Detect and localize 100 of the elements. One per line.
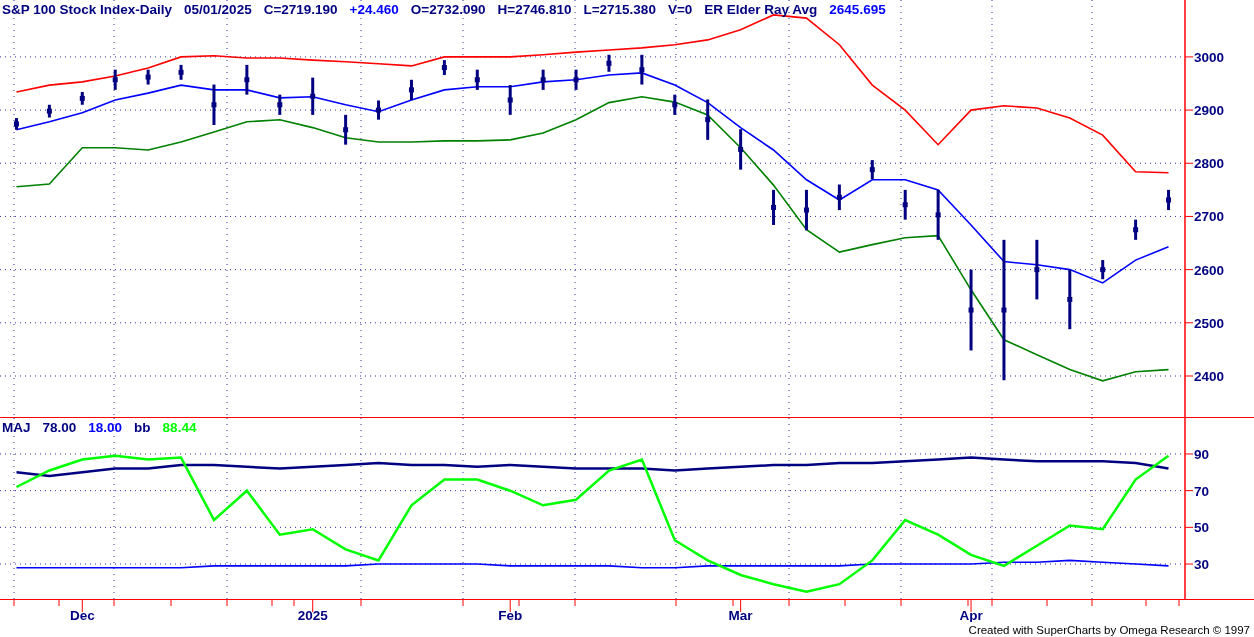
header-text: O=2732.090 bbox=[410, 2, 486, 17]
point bbox=[1001, 307, 1007, 313]
price-bar bbox=[540, 69, 546, 90]
tick-label: 3000 bbox=[1194, 49, 1225, 65]
point bbox=[408, 87, 414, 93]
price-bar bbox=[441, 60, 447, 75]
price-bar bbox=[705, 99, 711, 140]
price-bar bbox=[902, 189, 908, 220]
header-text: 05/01/2025 bbox=[184, 2, 252, 17]
tick-label: 2400 bbox=[1194, 369, 1225, 384]
tick-label: Feb bbox=[498, 608, 523, 622]
price-bar bbox=[244, 64, 250, 95]
credit-text: Created with SuperCharts by Omega Research © 1997 bbox=[968, 623, 1250, 636]
point bbox=[178, 69, 184, 75]
point bbox=[376, 107, 382, 113]
header-text: L=2715.380 bbox=[583, 2, 656, 17]
header-text: C=2719.190 bbox=[263, 2, 338, 17]
price-bar bbox=[310, 77, 316, 115]
tick-label: 2025 bbox=[297, 608, 328, 622]
legend-text: MAJ bbox=[2, 420, 31, 435]
header-text: H=2746.810 bbox=[497, 2, 572, 17]
legend-text: 78.00 bbox=[42, 420, 77, 435]
legend-text: 88.44 bbox=[162, 420, 197, 435]
point bbox=[836, 194, 842, 200]
tick-label: 30 bbox=[1194, 557, 1210, 573]
price-bar bbox=[211, 84, 217, 125]
tick-label: 2700 bbox=[1194, 209, 1225, 225]
point bbox=[771, 204, 777, 210]
price-bar bbox=[738, 129, 744, 170]
tick-label: 70 bbox=[1194, 483, 1210, 499]
point bbox=[441, 65, 447, 71]
tick-label: Mar bbox=[728, 608, 753, 622]
point bbox=[211, 102, 217, 108]
point bbox=[244, 77, 250, 83]
price-bar bbox=[474, 69, 480, 90]
point bbox=[310, 93, 316, 99]
price-bar bbox=[277, 94, 283, 115]
header-text: V=0 bbox=[667, 2, 693, 17]
price-bar bbox=[803, 189, 809, 231]
price-bar bbox=[1133, 219, 1139, 240]
point bbox=[1133, 227, 1139, 233]
point bbox=[343, 127, 349, 133]
legend-text: 18.00 bbox=[88, 420, 123, 435]
tick-label: 2600 bbox=[1194, 262, 1225, 278]
header-text: S&P 100 Stock Index-Daily bbox=[2, 2, 173, 17]
price-bar bbox=[1067, 269, 1073, 330]
point bbox=[79, 95, 85, 101]
point bbox=[507, 97, 513, 103]
price-bar bbox=[672, 94, 678, 115]
point bbox=[46, 108, 52, 114]
point bbox=[902, 202, 908, 208]
point bbox=[573, 77, 579, 83]
tick-label: 90 bbox=[1194, 446, 1210, 462]
point bbox=[935, 212, 941, 218]
price-bar bbox=[639, 54, 645, 85]
point bbox=[968, 307, 974, 313]
price-bar bbox=[771, 189, 777, 225]
tick-label: 2800 bbox=[1194, 156, 1225, 172]
price-bar bbox=[935, 189, 941, 240]
point bbox=[606, 60, 612, 66]
price-bar bbox=[343, 114, 349, 145]
price-bar bbox=[869, 160, 875, 180]
price-bar bbox=[1166, 189, 1172, 211]
header-text: +24.460 bbox=[349, 2, 399, 17]
price-bar bbox=[145, 69, 151, 85]
point bbox=[1166, 197, 1172, 203]
point bbox=[277, 102, 283, 108]
price-bar bbox=[178, 64, 184, 80]
price-bar bbox=[606, 54, 612, 72]
price-bar bbox=[507, 85, 513, 115]
price-bar bbox=[13, 118, 19, 130]
point bbox=[738, 146, 744, 152]
point bbox=[672, 102, 678, 108]
point bbox=[474, 77, 480, 83]
price-bar bbox=[408, 79, 414, 100]
point bbox=[869, 167, 875, 173]
header-text: ER Elder Ray Avg bbox=[704, 2, 818, 17]
point bbox=[1067, 296, 1073, 302]
tick-label: 50 bbox=[1194, 520, 1210, 536]
legend-text: bb bbox=[134, 420, 151, 435]
price-bar bbox=[79, 92, 85, 105]
point bbox=[803, 207, 809, 213]
price-bar bbox=[836, 184, 842, 211]
header-text: 2645.695 bbox=[829, 2, 886, 17]
price-bar bbox=[1100, 260, 1106, 280]
tick-label: Dec bbox=[69, 608, 95, 622]
tick-label: Apr bbox=[959, 608, 983, 622]
price-bar bbox=[573, 69, 579, 90]
price-bar bbox=[112, 69, 118, 90]
price-bar bbox=[1034, 239, 1040, 300]
price-bar bbox=[46, 104, 52, 118]
point bbox=[145, 74, 151, 80]
price-bar bbox=[376, 100, 382, 120]
point bbox=[540, 77, 546, 83]
point bbox=[112, 77, 118, 83]
point bbox=[639, 67, 645, 73]
point bbox=[1100, 267, 1106, 273]
tick-label: 2900 bbox=[1194, 103, 1225, 119]
point bbox=[1034, 267, 1040, 273]
tick-label: 2500 bbox=[1194, 315, 1225, 331]
